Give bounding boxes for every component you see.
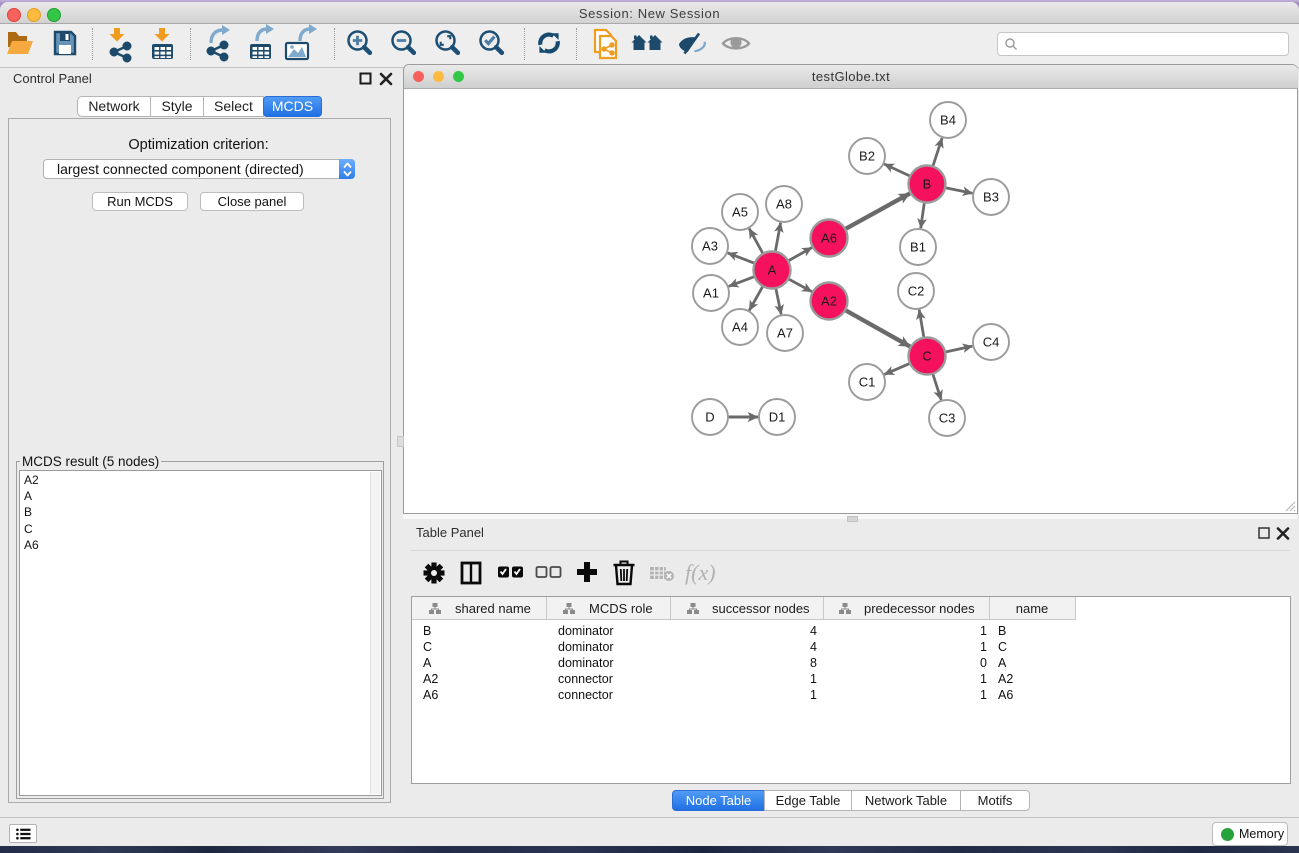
svg-text:D1: D1 xyxy=(769,410,786,425)
svg-text:A2: A2 xyxy=(821,294,837,309)
svg-text:f(x): f(x) xyxy=(685,560,716,585)
svg-text:A3: A3 xyxy=(702,239,718,254)
svg-text:C4: C4 xyxy=(983,335,1000,350)
svg-text:B1: B1 xyxy=(910,240,926,255)
svg-text:D: D xyxy=(705,410,714,425)
svg-text:C3: C3 xyxy=(939,411,956,426)
svg-text:B: B xyxy=(923,177,932,192)
svg-text:A4: A4 xyxy=(732,320,748,335)
svg-text:C1: C1 xyxy=(859,375,876,390)
svg-text:C: C xyxy=(922,349,931,364)
svg-text:C2: C2 xyxy=(908,284,925,299)
svg-text:B2: B2 xyxy=(859,149,875,164)
svg-text:A7: A7 xyxy=(777,326,793,341)
svg-text:A6: A6 xyxy=(821,231,837,246)
svg-text:B3: B3 xyxy=(983,190,999,205)
svg-text:A1: A1 xyxy=(703,286,719,301)
svg-text:B4: B4 xyxy=(940,113,956,128)
svg-text:A8: A8 xyxy=(776,197,792,212)
svg-text:A: A xyxy=(768,263,777,278)
svg-text:A5: A5 xyxy=(732,205,748,220)
